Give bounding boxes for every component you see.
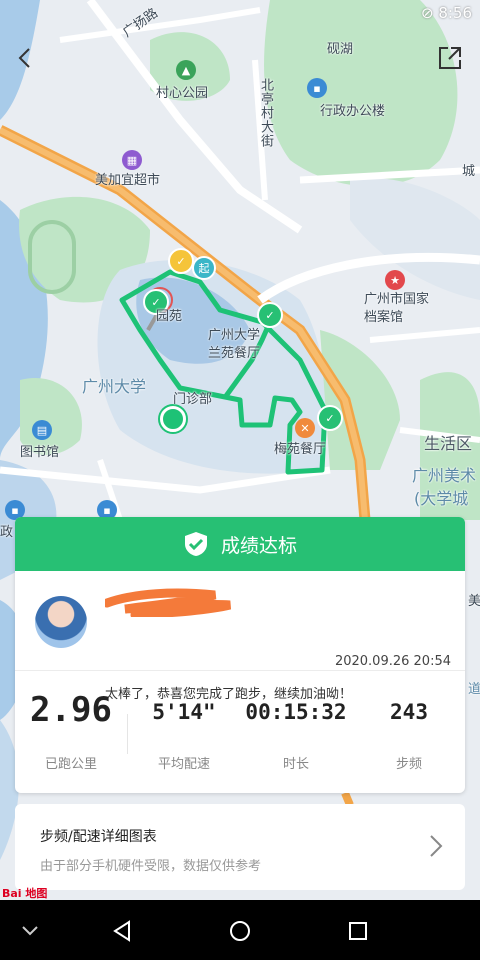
chevron-down-icon: [22, 926, 38, 936]
checkpoint-icon[interactable]: ✓: [317, 405, 343, 431]
map-label-zheng: 政: [0, 525, 14, 540]
map-label-art: 广州美术: [412, 466, 477, 485]
status-bar: ⊘ 8:56: [421, 4, 472, 22]
stat-distance-label: 已跑公里: [44, 757, 97, 772]
map-label-city: 城: [462, 164, 476, 179]
map-label-clinic: 门诊部: [173, 392, 213, 407]
map-label-meiyuan: 梅苑餐厅: [274, 442, 327, 457]
start-marker-label: 起: [198, 262, 210, 275]
current-location-icon: [160, 406, 186, 432]
stats-row: 2.96 已跑公里 5'14" 平均配速 00:15:32 时长 243 步频: [15, 672, 465, 793]
stat-distance-value: 2.96: [30, 690, 112, 730]
building-icon: ▪: [307, 78, 327, 98]
stat-cadence-value: 243: [390, 700, 428, 724]
result-banner: 成绩达标: [15, 517, 465, 571]
stat-pace-value: 5'14": [152, 700, 216, 724]
map-label-library: 图书馆: [20, 445, 60, 460]
detail-subtitle: 由于部分手机硬件受限，数据仅供参考: [40, 859, 262, 874]
run-datetime: 2020.09.26 20:54: [334, 654, 451, 669]
avatar[interactable]: [35, 596, 87, 648]
shield-check-icon: [184, 532, 207, 556]
map-label-park: 村心公园: [156, 86, 209, 101]
status-time: 8:56: [438, 4, 472, 22]
map-label-university: 广州大学: [82, 377, 147, 396]
map-label-admin: 行政办公楼: [320, 104, 386, 119]
map-label-edge: 道: [468, 682, 480, 697]
map-label-canteen: 广州大学兰苑餐厅: [208, 328, 261, 361]
checkpoint-icon[interactable]: ✓: [257, 302, 283, 328]
map-label-street: 北亭村大街: [258, 78, 273, 148]
system-nav-bar: [0, 900, 480, 960]
square-recents-icon: [349, 922, 367, 940]
map-label-archive: 广州市国家档案馆: [364, 292, 430, 325]
stat-cadence-label: 步频: [395, 757, 422, 772]
map-label-art2: (大学城: [414, 489, 469, 508]
map-label-yanhu: 砚湖: [327, 42, 354, 57]
chevron-right-icon: [430, 835, 443, 857]
nav-hide-button[interactable]: [14, 915, 46, 947]
stat-cadence: 243 步频: [353, 672, 465, 772]
map-label-life: 生活区: [424, 434, 473, 453]
checkpoint-icon[interactable]: ✓: [168, 248, 194, 274]
nav-home-button[interactable]: [224, 915, 256, 947]
nav-recents-button[interactable]: [342, 915, 374, 947]
stat-duration: 00:15:32 时长: [240, 672, 352, 772]
triangle-back-icon: [113, 920, 130, 942]
detail-chart-entry[interactable]: 步频/配速详细图表 由于部分手机硬件受限，数据仅供参考: [15, 804, 465, 890]
nav-back-button[interactable]: [106, 915, 138, 947]
result-card: 成绩达标 2020.09.26 20:54 太棒了，恭喜您完成了跑步，继续加油呦…: [15, 517, 465, 793]
restaurant-icon: ✕: [295, 418, 315, 438]
archive-icon: ★: [385, 270, 405, 290]
map-label-lanyuan: 园苑: [156, 309, 183, 324]
baidu-logo: Bai 地图: [2, 887, 48, 900]
user-row: 2020.09.26 20:54 太棒了，恭喜您完成了跑步，继续加油呦！: [15, 571, 465, 702]
stat-pace-label: 平均配速: [157, 757, 210, 772]
stat-duration-value: 00:15:32: [245, 700, 347, 724]
result-banner-text: 成绩达标: [220, 534, 297, 557]
stat-duration-label: 时长: [282, 757, 309, 772]
stat-pace: 5'14" 平均配速: [128, 672, 240, 772]
circle-home-icon: [230, 921, 250, 941]
redacted-name-scribble: [105, 588, 232, 617]
back-button[interactable]: [6, 40, 42, 76]
shop-icon: ▦: [122, 150, 142, 170]
map-label-supermarket: 美加宜超市: [95, 173, 161, 188]
dnd-icon: ⊘: [420, 4, 434, 22]
park-icon: ▲: [176, 60, 196, 80]
start-marker-icon[interactable]: 起: [192, 256, 216, 280]
stat-distance: 2.96 已跑公里: [15, 672, 127, 772]
map-label-edge: 美: [468, 594, 480, 609]
library-icon: ▤: [32, 420, 52, 440]
share-button[interactable]: [432, 40, 468, 76]
detail-title: 步频/配速详细图表: [40, 829, 157, 845]
share-icon: [439, 47, 461, 69]
chevron-left-icon: [18, 48, 30, 68]
